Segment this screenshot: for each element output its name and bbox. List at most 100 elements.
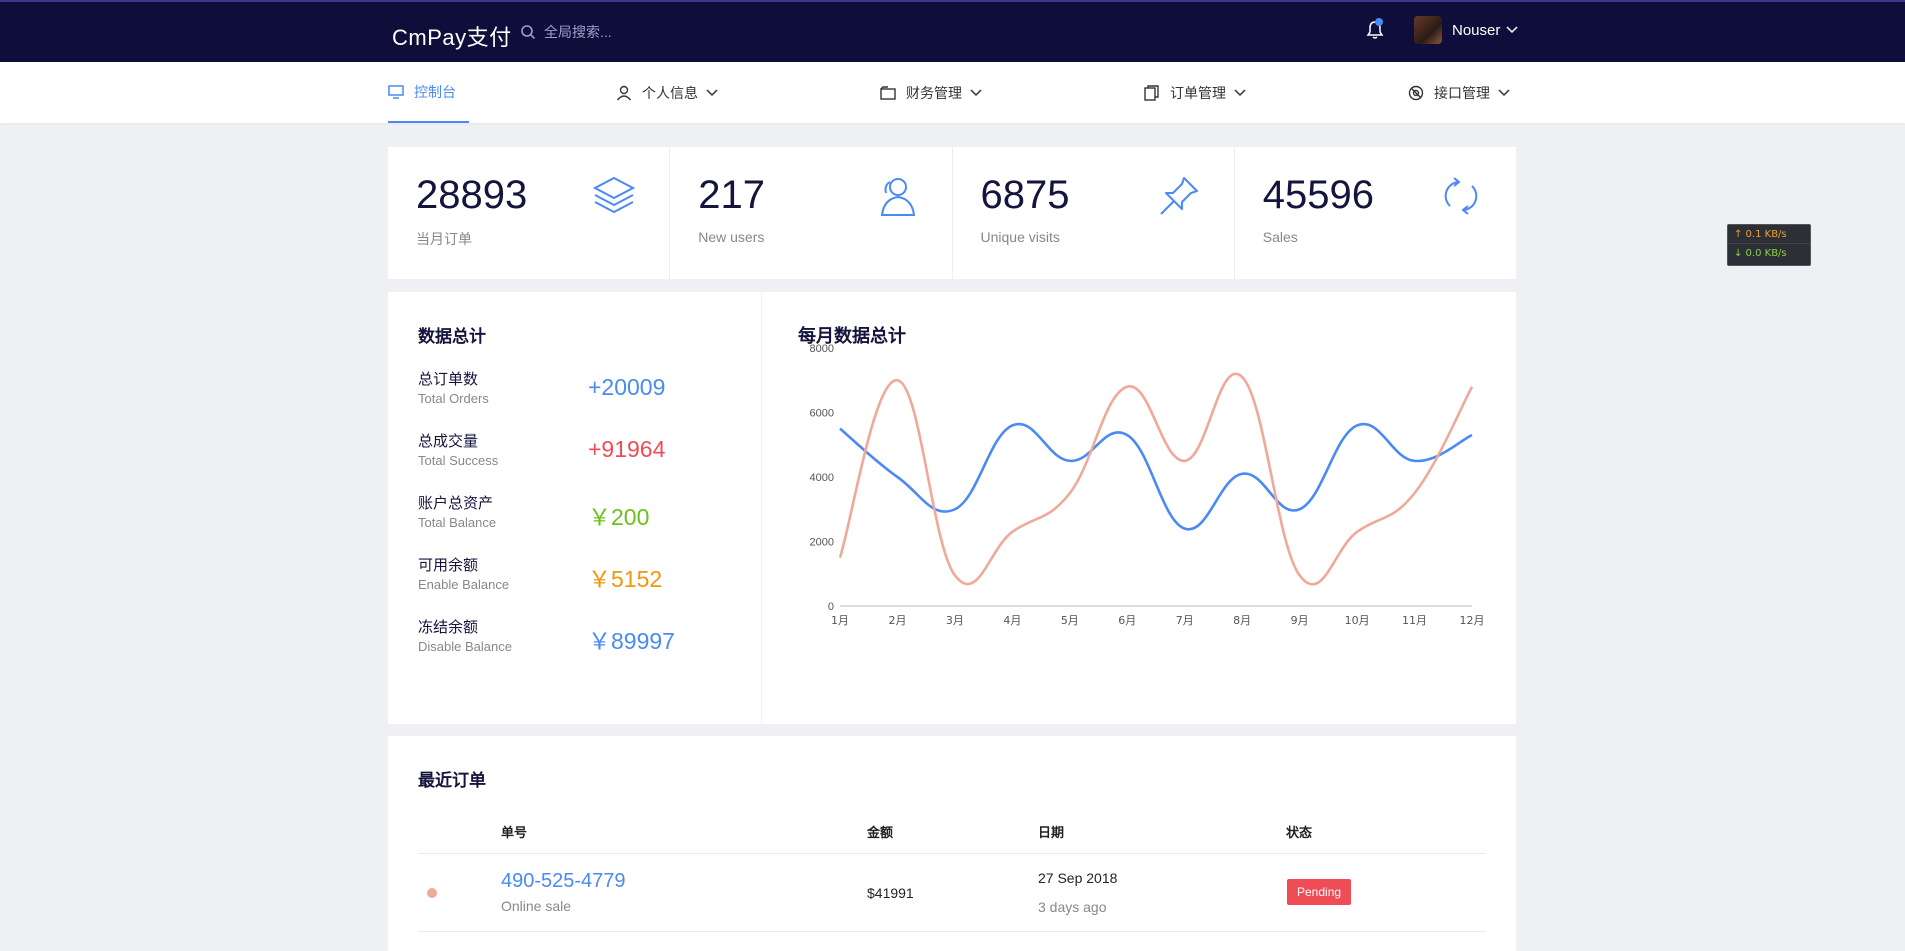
stat-card-unique-visits: 6875 Unique visits xyxy=(953,147,1235,279)
chevron-down-icon xyxy=(1506,26,1518,34)
stat-label: 当月订单 xyxy=(416,231,472,247)
refresh-icon xyxy=(1444,177,1478,215)
nav-label: 接口管理 xyxy=(1434,84,1490,101)
y-tick-label: 6000 xyxy=(810,408,834,420)
nav-dashboard[interactable]: 控制台 xyxy=(388,62,469,123)
pin-icon xyxy=(1160,177,1198,215)
order-date: 27 Sep 2018 xyxy=(1038,870,1118,886)
x-tick-label: 9月 xyxy=(1291,614,1309,627)
summary-cn-label: 总成交量 xyxy=(418,433,479,450)
stat-label: New users xyxy=(698,229,765,245)
layers-icon xyxy=(593,176,636,214)
x-tick-label: 4月 xyxy=(1003,614,1021,627)
x-tick-label: 12月 xyxy=(1460,614,1485,627)
y-tick-label: 4000 xyxy=(810,472,834,484)
summary-cn-label: 可用余额 xyxy=(418,557,479,574)
main-nav: 控制台 个人信息 财务管理 订单管理 接口管理 xyxy=(0,62,1905,123)
summary-en-label: Total Orders xyxy=(418,391,489,406)
x-tick-label: 6月 xyxy=(1118,614,1136,627)
order-relative-date: 3 days ago xyxy=(1038,899,1107,915)
order-id-link[interactable]: 490-525-4779 xyxy=(501,870,626,893)
nav-finance[interactable]: 财务管理 xyxy=(880,62,982,123)
stat-card-sales: 45596 Sales xyxy=(1235,147,1516,279)
summary-value: ￥5152 xyxy=(588,566,663,592)
x-tick-label: 7月 xyxy=(1176,614,1194,627)
top-bar: CmPay支付 全局搜索... xyxy=(0,0,1905,62)
monthly-chart-panel: 每月数据总计 0 2000 4000 6000 8000 1月 2月 3月 4月 5月 6月 7月 8月… xyxy=(762,292,1516,724)
summary-value: ￥89997 xyxy=(588,628,675,654)
nav-label: 财务管理 xyxy=(906,84,962,101)
order-type: Online sale xyxy=(501,898,572,914)
avatar xyxy=(1414,16,1442,44)
summary-row-enable-balance: 可用余额 Enable Balance ￥5152 xyxy=(418,554,738,604)
summary-panel: 数据总计 总订单数 Total Orders +20009 总成交量 Total… xyxy=(388,292,761,724)
search-placeholder[interactable]: 全局搜索... xyxy=(544,22,612,42)
table-divider xyxy=(418,931,1486,932)
stat-value: 28893 xyxy=(416,173,528,217)
nav-orders[interactable]: 订单管理 xyxy=(1144,62,1246,123)
nav-label: 订单管理 xyxy=(1170,84,1226,101)
x-tick-label: 2月 xyxy=(888,614,906,627)
stat-card-new-users: 217 New users xyxy=(670,147,953,279)
summary-value: ￥200 xyxy=(588,504,650,530)
status-dot xyxy=(427,888,437,898)
summary-row-total-balance: 账户总资产 Total Balance ￥200 xyxy=(418,492,738,542)
user-icon xyxy=(616,85,632,100)
user-menu[interactable]: Nouser xyxy=(1414,16,1518,44)
summary-value: +91964 xyxy=(588,436,666,462)
x-tick-label: 1月 xyxy=(831,614,849,627)
global-search[interactable]: 全局搜索... xyxy=(520,22,612,42)
x-tick-label: 3月 xyxy=(946,614,964,627)
summary-value: +20009 xyxy=(588,374,666,400)
stat-label: Unique visits xyxy=(980,229,1060,245)
monitor-icon xyxy=(388,84,404,99)
summary-en-label: Total Balance xyxy=(418,515,497,530)
username[interactable]: Nouser xyxy=(1452,22,1500,39)
stat-value: 217 xyxy=(698,173,765,217)
download-speed: ↓ 0.0 KB/s xyxy=(1734,248,1787,259)
upload-speed: ↑ 0.1 KB/s xyxy=(1728,225,1810,244)
summary-en-label: Enable Balance xyxy=(418,577,510,592)
col-header-status: 状态 xyxy=(1286,825,1313,840)
stat-value: 45596 xyxy=(1262,173,1374,217)
summary-row-disable-balance: 冻结余额 Disable Balance ￥89997 xyxy=(418,616,738,666)
users-icon xyxy=(880,178,915,216)
summary-en-label: Disable Balance xyxy=(418,639,512,654)
y-tick-label: 2000 xyxy=(810,537,834,549)
stat-card-monthly-orders: 28893 当月订单 xyxy=(388,147,671,279)
stat-label: Sales xyxy=(1262,229,1298,245)
nav-profile[interactable]: 个人信息 xyxy=(616,62,718,123)
y-tick-label: 0 xyxy=(828,601,834,613)
x-tick-label: 11月 xyxy=(1402,614,1427,627)
chevron-down-icon xyxy=(970,88,982,96)
table-divider xyxy=(418,853,1486,854)
nav-label: 个人信息 xyxy=(642,84,698,101)
notification-dot xyxy=(1375,18,1383,26)
summary-cn-label: 冻结余额 xyxy=(418,619,479,636)
network-speed-widget[interactable]: ↑ 0.1 KB/s ↓ 0.0 KB/s xyxy=(1727,224,1811,266)
app-logo[interactable]: CmPay支付 xyxy=(392,20,512,52)
api-icon xyxy=(1408,85,1424,100)
orders-title: 最近订单 xyxy=(418,771,486,790)
summary-row-total-orders: 总订单数 Total Orders +20009 xyxy=(418,368,738,418)
nav-label: 控制台 xyxy=(414,83,456,100)
col-header-amount: 金额 xyxy=(867,825,894,840)
chevron-down-icon xyxy=(1234,88,1246,96)
chevron-down-icon xyxy=(706,88,718,96)
summary-title: 数据总计 xyxy=(418,327,486,346)
recent-orders-panel: 最近订单 单号 金额 日期 状态 490-525-4779 Online sal… xyxy=(388,736,1516,951)
status-badge: Pending xyxy=(1287,879,1352,905)
summary-cn-label: 总订单数 xyxy=(418,371,479,388)
col-header-order-no: 单号 xyxy=(501,825,528,840)
monthly-line-chart: 0 2000 4000 6000 8000 1月 2月 3月 4月 5月 6月 7月 8月 9月 10月 11… xyxy=(810,343,1485,627)
x-tick-label: 5月 xyxy=(1061,614,1079,627)
stats-row: 28893 当月订单 217 New users 6875 Unique vis… xyxy=(388,147,1516,279)
series-line-2 xyxy=(838,372,1474,586)
wallet-icon xyxy=(880,85,896,100)
y-tick-label: 8000 xyxy=(810,343,834,355)
summary-cn-label: 账户总资产 xyxy=(418,495,494,512)
summary-row-total-success: 总成交量 Total Success +91964 xyxy=(418,430,738,480)
search-icon xyxy=(521,25,536,40)
x-tick-label: 8月 xyxy=(1233,614,1251,627)
nav-api[interactable]: 接口管理 xyxy=(1408,62,1510,123)
